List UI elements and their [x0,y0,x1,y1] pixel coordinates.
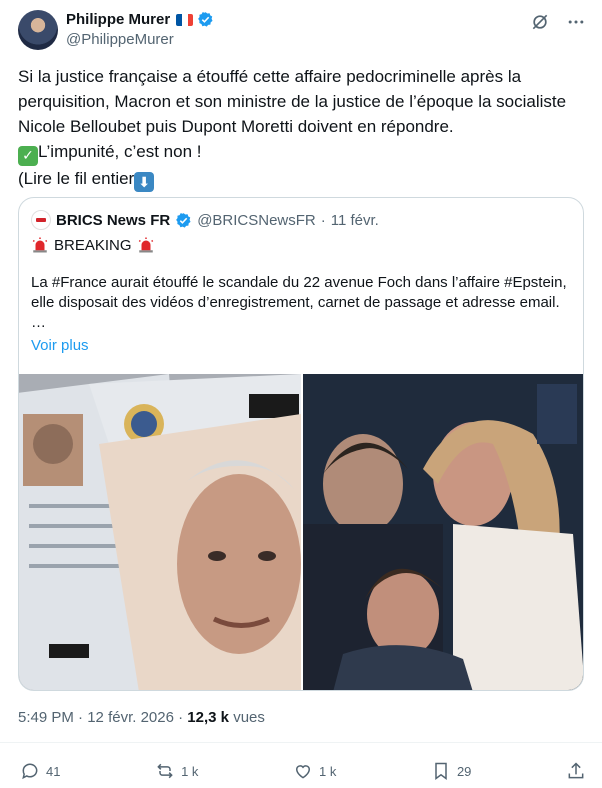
quote-separator: · [320,211,326,229]
crowd-illustration [303,374,583,690]
reply-icon [22,763,38,780]
author-display-name[interactable]: Philippe Murer [66,11,170,28]
like-count: 1 k [319,763,337,779]
grok-icon[interactable] [530,12,550,32]
like-icon [295,765,311,779]
siren-icon [138,237,153,253]
epstein-documents-photo[interactable] [19,374,301,690]
quote-header: BRICS News FR @BRICSNewsFR · 11 févr. [31,210,379,230]
views-label: vues [233,709,265,726]
bookmark-icon [435,762,447,780]
down-arrow-emoji-icon: ⬇ [134,172,155,192]
repost-icon [157,763,173,779]
share-icon [568,762,584,779]
tweet-header: Philippe Murer @PhilippeMurer [18,8,586,52]
views-count: 12,3 k [187,709,230,726]
meta-separator-2: · [178,709,184,726]
bookmark-button[interactable]: 29 [431,761,471,781]
quoted-tweet[interactable]: BRICS News FR @BRICSNewsFR · 11 févr. BR… [18,197,584,691]
repost-count: 1 k [181,763,199,779]
check-mark-emoji-icon: ✓ [18,145,38,166]
more-icon[interactable] [566,12,586,32]
breaking-label: BREAKING [54,236,132,254]
author-avatar[interactable] [18,10,58,50]
tweet-line-3: (Lire le fil entier [18,168,135,188]
header-actions [530,12,586,32]
siren-icon [32,237,48,253]
tweet-line-1: Si la justice française a étouffé cette … [18,67,567,136]
meta-separator: · [78,709,84,726]
divider [0,742,602,743]
author-name-row: Philippe Murer [66,11,214,28]
tweet-time[interactable]: 5:49 PM [18,709,74,726]
quote-body: La #France aurait étouffé le scandale du… [31,274,567,331]
share-button[interactable] [566,761,586,781]
reply-button[interactable]: 41 [20,761,60,781]
crowd-photo[interactable] [303,374,583,690]
verified-icon [176,212,191,228]
like-button[interactable]: 1 k [293,761,336,781]
tweet-date[interactable]: 12 févr. 2026 [87,709,174,726]
repost-button[interactable]: 1 k [155,761,198,781]
verified-icon [198,12,213,27]
see-more-link[interactable]: Voir plus [31,337,89,354]
quote-media [19,374,583,690]
quote-date[interactable]: 11 févr. [331,212,379,229]
quote-handle[interactable]: @BRICSNewsFR [197,212,316,229]
bookmark-count: 29 [456,763,472,779]
tweet-meta: 5:49 PM · 12 févr. 2026 · 12,3 k vues [18,709,265,726]
brics-news-avatar [31,210,51,230]
reply-count: 41 [46,763,61,779]
author-handle[interactable]: @PhilippeMurer [66,31,174,48]
tweet-line-2: L’impunité, c’est non ! [38,142,202,161]
action-bar: 41 1 k 1 k 29 [20,758,586,784]
quote-breaking-line: BREAKING [31,236,155,254]
france-flag-icon [176,13,194,26]
documents-illustration [19,374,301,690]
quote-display-name[interactable]: BRICS News FR [56,212,170,229]
tweet-text: Si la justice française a étouffé cette … [18,64,588,192]
